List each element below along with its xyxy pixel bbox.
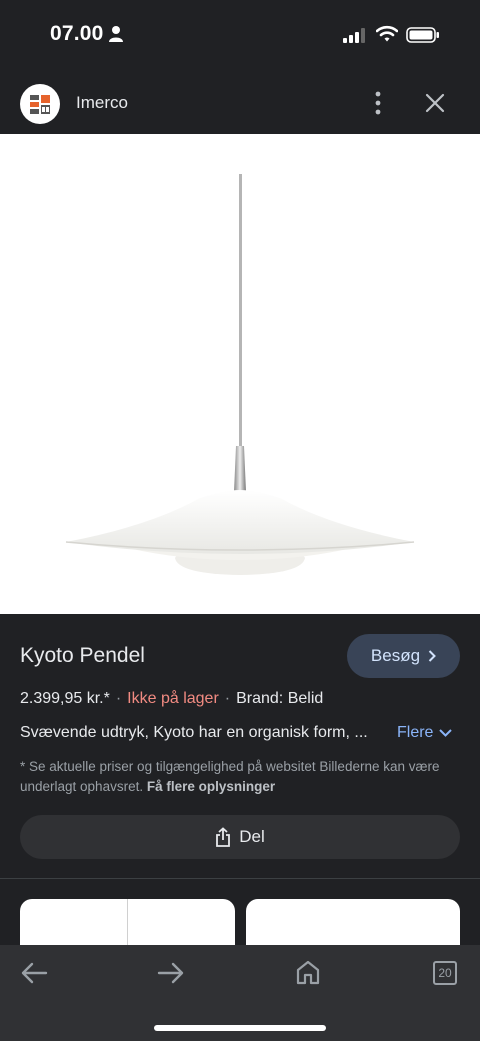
share-button-label: Del	[239, 827, 265, 846]
site-logo	[20, 84, 60, 124]
visit-button[interactable]: Besøg	[347, 634, 460, 678]
chevron-right-icon	[428, 650, 436, 662]
separator-dot: ·	[224, 690, 231, 707]
signal-icon	[343, 28, 365, 43]
battery-icon	[406, 27, 439, 43]
browser-toolbar: 20	[0, 945, 480, 1041]
more-button[interactable]: Flere	[397, 724, 453, 742]
product-description: Svævende udtryk, Kyoto har en organisk f…	[20, 724, 368, 741]
back-arrow-icon[interactable]	[20, 961, 48, 985]
tab-count: 20	[438, 966, 452, 980]
forward-arrow-icon[interactable]	[157, 961, 185, 985]
stock-status: Ikke på lager	[127, 690, 219, 707]
status-time: 07.00	[50, 22, 104, 45]
disclaimer: * Se aktuelle priser og tilgængelighed p…	[20, 757, 460, 797]
more-info-link[interactable]: Få flere oplysninger	[147, 779, 275, 794]
wifi-icon	[376, 25, 398, 42]
product-price: 2.399,95 kr.*	[20, 690, 110, 707]
status-bar: 07.00	[0, 0, 480, 70]
visit-button-label: Besøg	[370, 646, 421, 665]
product-brand: Brand: Belid	[236, 690, 324, 707]
tabs-icon[interactable]: 20	[433, 961, 457, 985]
share-button[interactable]: Del	[20, 815, 460, 859]
share-icon	[216, 827, 231, 847]
imerco-logo-icon	[30, 95, 50, 114]
product-meta: 2.399,95 kr.* · Ikke på lager · Brand: Belid	[20, 690, 323, 708]
product-image[interactable]	[0, 134, 480, 614]
close-icon[interactable]	[424, 92, 446, 114]
more-vert-icon[interactable]	[368, 90, 388, 116]
home-icon[interactable]	[295, 959, 321, 985]
site-header: Imerco	[0, 70, 480, 134]
person-icon	[109, 26, 123, 42]
chevron-down-icon	[439, 729, 453, 737]
product-title: Kyoto Pendel	[20, 644, 145, 667]
pendant-lamp-image	[65, 174, 415, 575]
separator-dot: ·	[115, 690, 122, 707]
divider	[0, 878, 480, 879]
more-button-label: Flere	[397, 724, 434, 741]
home-indicator	[154, 1025, 326, 1031]
site-name[interactable]: Imerco	[76, 93, 128, 113]
